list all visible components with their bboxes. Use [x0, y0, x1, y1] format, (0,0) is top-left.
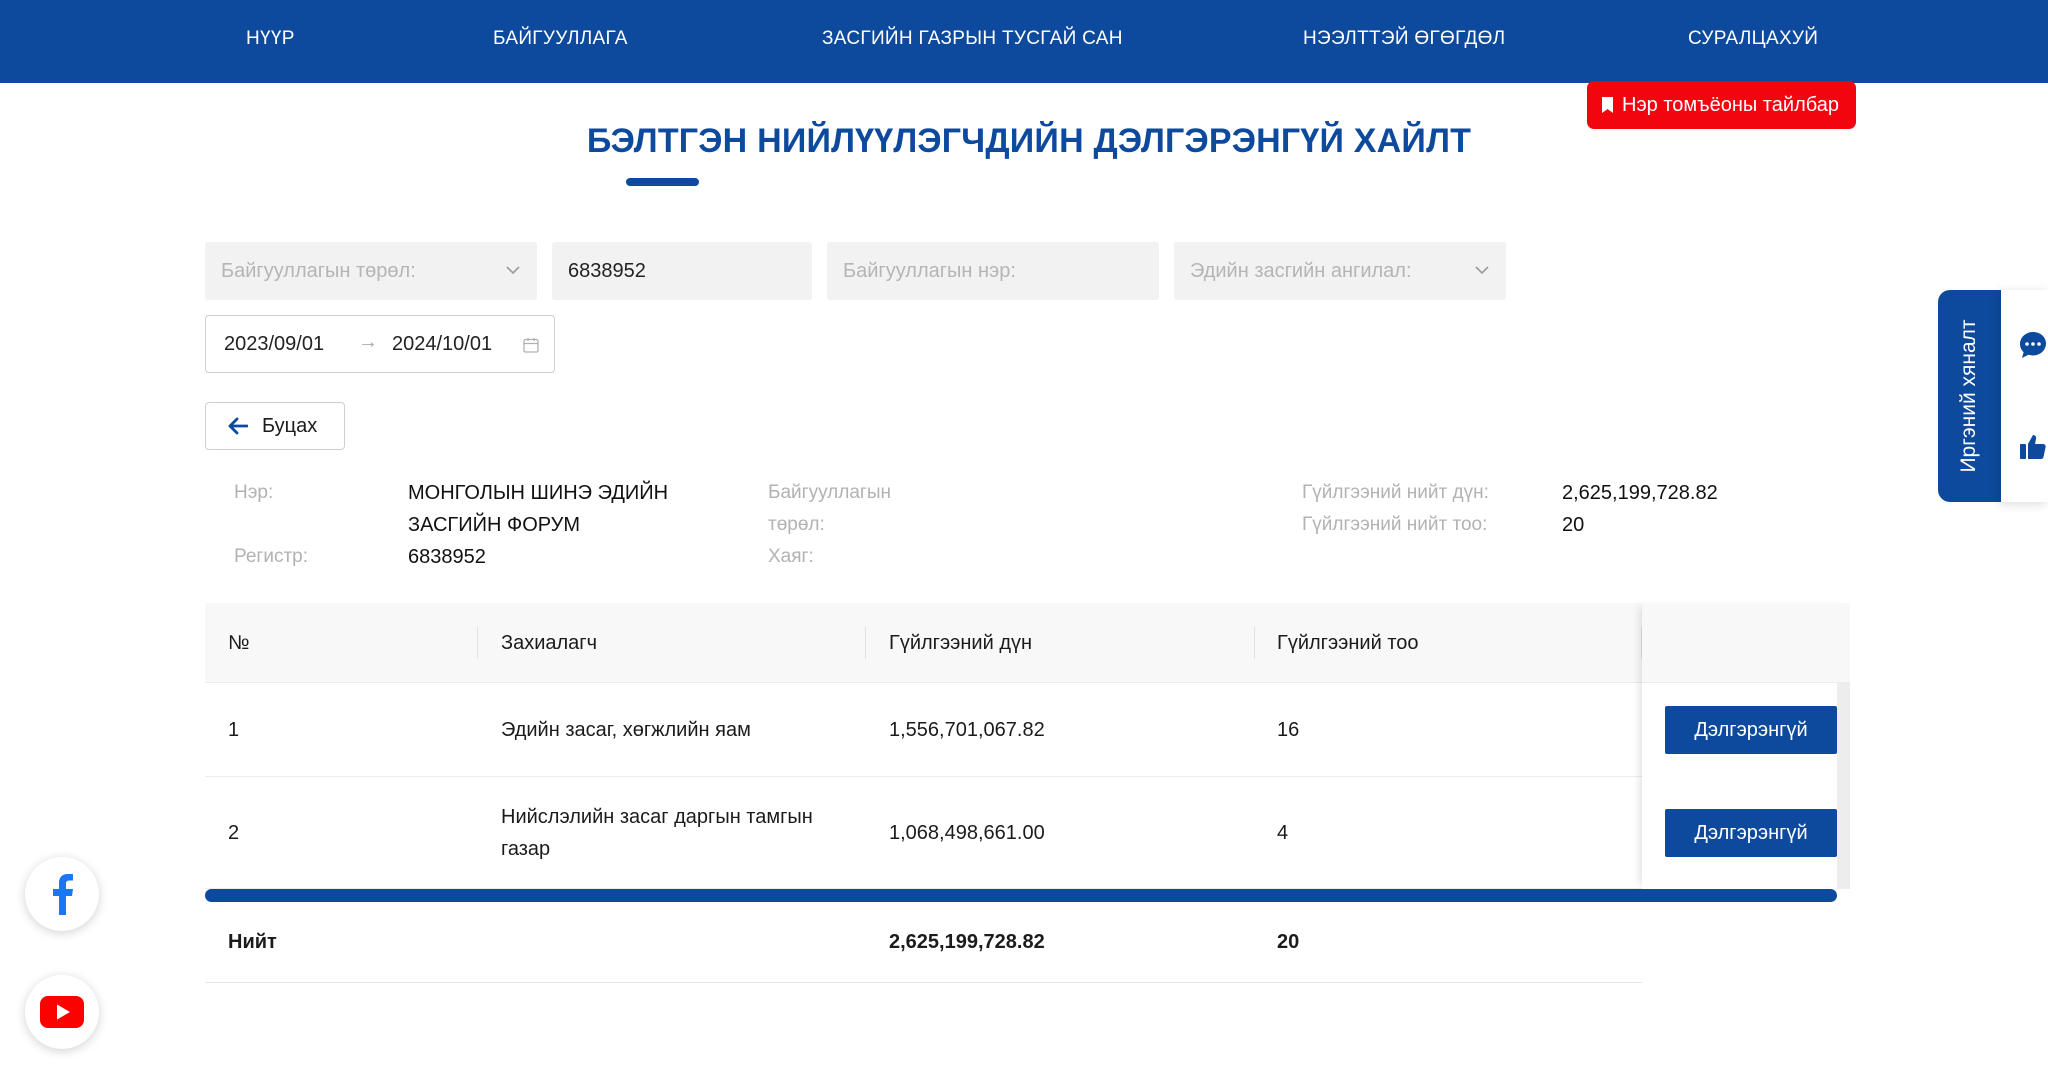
nav-item-special-funds[interactable]: ЗАСГИЙН ГАЗРЫН ТУСГАЙ САН: [822, 0, 1123, 83]
details-button[interactable]: Дэлгэрэнгүй: [1665, 809, 1837, 857]
horizontal-scrollbar[interactable]: [205, 889, 1837, 902]
row-amount: 1,556,701,067.82: [889, 719, 1045, 741]
org-name-placeholder: Байгууллагын нэр:: [843, 259, 1016, 282]
table-row: 2 Нийслэлийн засаг даргын тамгын газар 1…: [205, 777, 1642, 889]
total-count-label: Гүйлгээний нийт тоо:: [1302, 514, 1488, 535]
total-amount-label: Гүйлгээний нийт дүн:: [1302, 482, 1489, 503]
citizen-feedback-tab[interactable]: Иргэний хяналт: [1938, 290, 2001, 502]
bookmark-icon: [1602, 97, 1613, 113]
citizen-feedback-label: Иргэний хяналт: [1957, 319, 1980, 473]
row-count: 16: [1277, 719, 1300, 741]
action-column-header: [1642, 603, 1850, 683]
register-input-value: 6838952: [568, 259, 646, 282]
action-column: Дэлгэрэнгүй Дэлгэрэнгүй: [1642, 603, 1850, 889]
youtube-button[interactable]: [25, 975, 99, 1049]
date-from[interactable]: 2023/09/01: [224, 333, 324, 356]
top-navigation: НҮҮР БАЙГУУЛЛАГА ЗАСГИЙН ГАЗРЫН ТУСГАЙ С…: [0, 0, 2048, 83]
title-underline: [626, 178, 699, 186]
address-label: Хаяг:: [768, 546, 814, 567]
calendar-icon: [523, 338, 539, 353]
total-count-value: 20: [1562, 514, 1585, 536]
youtube-icon: [40, 996, 84, 1028]
total-amount: 2,625,199,728.82: [889, 931, 1045, 953]
row-count: 4: [1277, 822, 1289, 844]
back-button[interactable]: Буцах: [205, 402, 345, 450]
table-row: 1 Эдийн засаг, хөгжлийн яам 1,556,701,06…: [205, 683, 1642, 777]
econ-class-placeholder: Эдийн засгийн ангилал:: [1190, 259, 1412, 282]
name-value-line1: МОНГОЛЫН ШИНЭ ЭДИЙН: [408, 482, 669, 504]
feedback-panel: [2001, 290, 2048, 502]
row-number: 1: [228, 719, 240, 741]
register-value: 6838952: [408, 546, 486, 568]
nav-item-organizations[interactable]: БАЙГУУЛЛАГА: [493, 0, 628, 83]
row-customer-line1: Нийслэлийн засаг даргын тамгын: [501, 806, 813, 828]
row-customer: Эдийн засаг, хөгжлийн яам: [501, 719, 751, 741]
row-customer-line2: газар: [501, 838, 551, 860]
nav-item-open-data[interactable]: НЭЭЛТТЭЙ ӨГӨГДӨЛ: [1303, 0, 1505, 83]
chevron-down-icon: [1475, 266, 1489, 275]
register-label: Регистр:: [234, 546, 308, 567]
row-amount: 1,068,498,661.00: [889, 822, 1045, 844]
register-input[interactable]: 6838952: [552, 242, 812, 300]
table-header: № Захиалагч Гүйлгээний дүн Гүйлгээний то…: [205, 603, 1850, 683]
column-divider: [865, 627, 866, 659]
chat-icon[interactable]: [2018, 330, 2048, 360]
name-label: Нэр:: [234, 482, 274, 503]
date-to[interactable]: 2024/10/01: [392, 333, 492, 356]
arrow-left-icon: [228, 417, 248, 435]
thumbs-up-icon[interactable]: [2018, 432, 2048, 462]
column-header-customer[interactable]: Захиалагч: [501, 603, 597, 683]
total-count: 20: [1277, 931, 1300, 953]
glossary-button-label: Нэр томъёоны тайлбар: [1622, 93, 1840, 116]
chevron-down-icon: [506, 266, 520, 275]
org-type-placeholder: Байгууллагын төрөл:: [221, 259, 416, 282]
details-button[interactable]: Дэлгэрэнгүй: [1665, 706, 1837, 754]
name-value-line2: ЗАСГИЙН ФОРУМ: [408, 514, 581, 536]
column-divider: [477, 627, 478, 659]
table-total-row: Нийт 2,625,199,728.82 20: [205, 902, 1642, 983]
nav-item-home[interactable]: НҮҮР: [246, 0, 295, 83]
column-header-amount[interactable]: Гүйлгээний дүн: [889, 603, 1032, 683]
facebook-button[interactable]: [25, 857, 99, 931]
vertical-scrollbar[interactable]: [1837, 683, 1850, 889]
org-name-input[interactable]: Байгууллагын нэр:: [827, 242, 1159, 300]
total-label: Нийт: [228, 931, 277, 953]
row-number: 2: [228, 822, 240, 844]
org-type-label-line1: Байгууллагын: [768, 482, 891, 503]
org-type-select[interactable]: Байгууллагын төрөл:: [205, 242, 537, 300]
column-header-count[interactable]: Гүйлгээний тоо: [1277, 603, 1419, 683]
org-type-label-line2: төрөл:: [768, 514, 825, 535]
date-range-picker[interactable]: 2023/09/01 → 2024/10/01: [205, 315, 555, 373]
column-header-number[interactable]: №: [228, 603, 249, 683]
arrow-right-icon: →: [358, 331, 378, 353]
econ-class-select[interactable]: Эдийн засгийн ангилал:: [1174, 242, 1506, 300]
facebook-icon: [53, 874, 73, 915]
nav-item-learning[interactable]: СУРАЛЦАХУЙ: [1688, 0, 1818, 83]
total-amount-value: 2,625,199,728.82: [1562, 482, 1718, 504]
back-button-label: Буцах: [262, 414, 318, 437]
column-divider: [1254, 627, 1255, 659]
page-title: БЭЛТГЭН НИЙЛҮҮЛЭГЧДИЙН ДЭЛГЭРЭНГҮЙ ХАЙЛТ: [586, 122, 1472, 160]
